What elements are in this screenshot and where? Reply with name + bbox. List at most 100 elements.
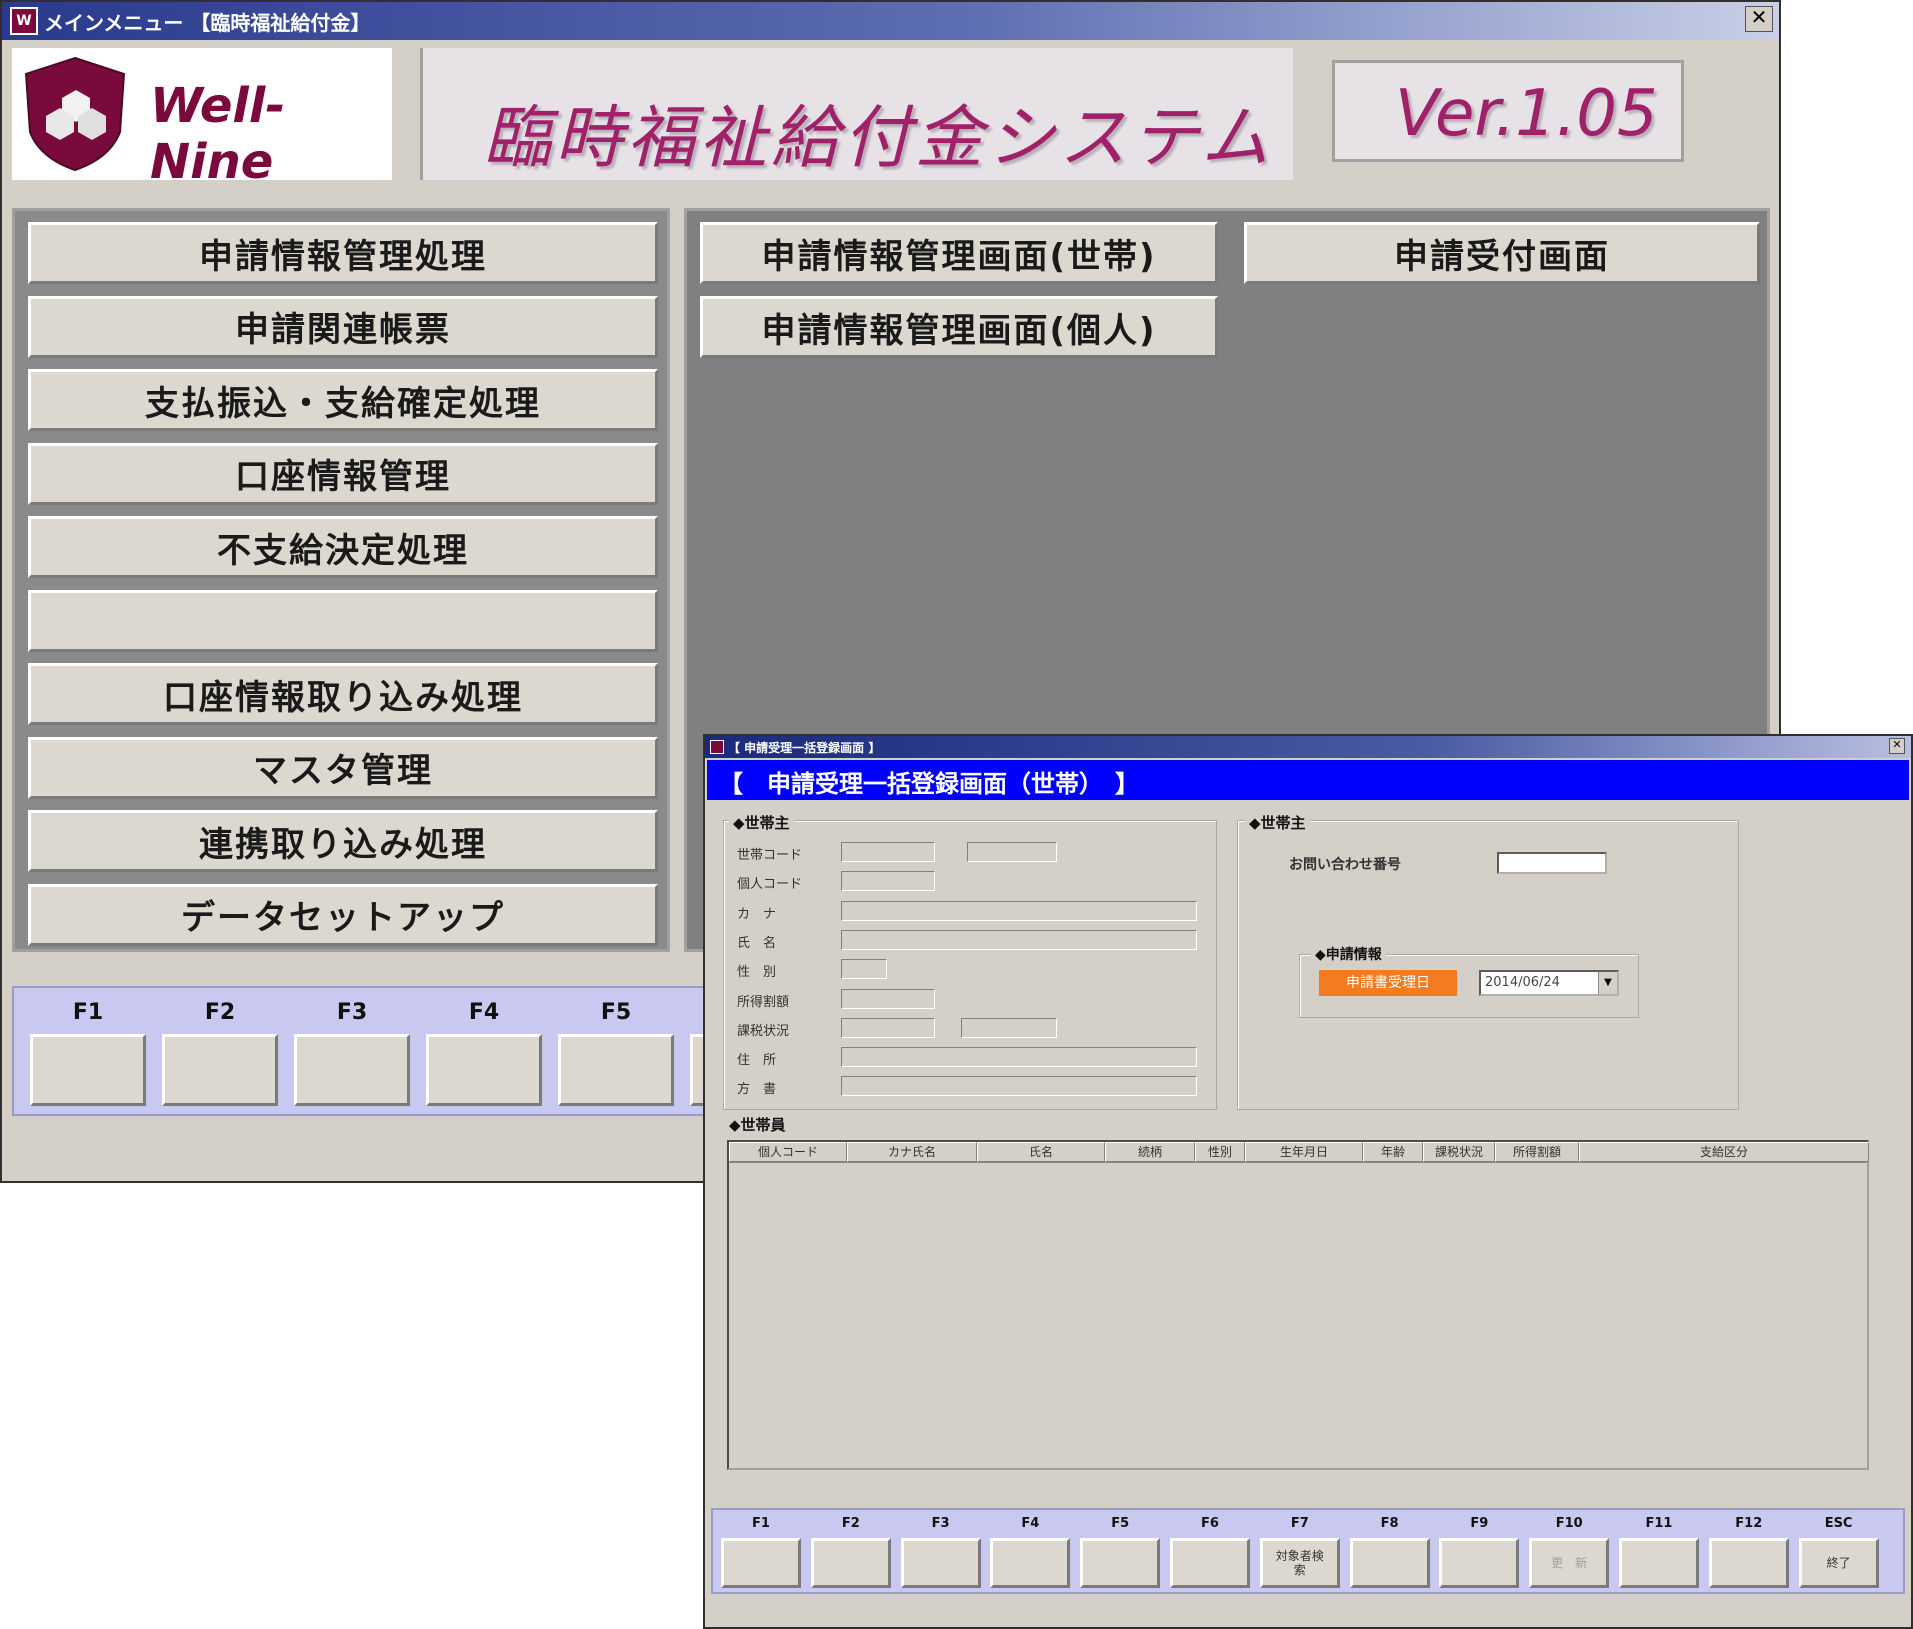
members-column-header[interactable]: 支給区分 xyxy=(1579,1142,1869,1162)
members-column-header[interactable]: 年齢 xyxy=(1363,1142,1423,1162)
householder-field-label: 氏 名 xyxy=(737,935,777,951)
householder-field-label: 個人コード xyxy=(737,877,803,893)
inquiry-group-title: ◆世帯主 xyxy=(1245,812,1310,833)
version-label: Ver.1.05 xyxy=(1395,77,1658,151)
sub-fkey-button[interactable] xyxy=(990,1538,1071,1588)
fkey-label: F3 xyxy=(336,1000,368,1025)
sub-fkey-button[interactable]: 終了 xyxy=(1798,1538,1879,1588)
sub-fkey-label: F5 xyxy=(1111,1516,1130,1531)
sub-fkey-label: F2 xyxy=(841,1516,860,1531)
sub-fkey-button[interactable] xyxy=(1439,1538,1520,1588)
householder-field xyxy=(841,1076,1197,1097)
fkey-label: F5 xyxy=(600,1000,632,1025)
householder-field xyxy=(841,842,935,862)
fkey-label: F1 xyxy=(72,1000,104,1025)
householder-group-title: ◆世帯主 xyxy=(729,812,794,833)
sub-header-bar: 【 申請受理一括登録画面（世帯） 】 xyxy=(707,760,1909,800)
householder-field-label: 所得割額 xyxy=(737,994,790,1010)
left-menu-button[interactable]: データセットアップ xyxy=(28,883,658,946)
sub-fkey-button-label: 更 新 xyxy=(1551,1556,1588,1570)
sub-fkey-button[interactable] xyxy=(1170,1538,1250,1588)
sub-fkey-label: F12 xyxy=(1735,1516,1763,1531)
chevron-down-icon[interactable]: ▼ xyxy=(1598,972,1617,994)
receipt-date-label: 申請書受理日 xyxy=(1319,970,1457,996)
sub-fkey-button[interactable]: 対象者検索 xyxy=(1259,1538,1340,1588)
left-menu-button[interactable]: 申請関連帳票 xyxy=(28,295,658,358)
left-menu-button[interactable]: 口座情報管理 xyxy=(28,442,658,505)
sub-fkey-label: F11 xyxy=(1645,1516,1673,1531)
members-column-header[interactable]: 課税状況 xyxy=(1423,1142,1495,1162)
sub-fkey-label: F3 xyxy=(931,1516,950,1531)
members-column-header[interactable]: 生年月日 xyxy=(1245,1142,1363,1162)
householder-field-label: 住 所 xyxy=(737,1053,777,1069)
app-icon: W xyxy=(10,7,38,35)
householder-field xyxy=(841,959,887,980)
close-icon[interactable]: ✕ xyxy=(1745,6,1773,32)
application-info-title: ◆申請情報 xyxy=(1311,944,1386,964)
members-column-header[interactable]: 個人コード xyxy=(729,1142,847,1162)
fkey-button[interactable] xyxy=(426,1034,542,1106)
sub-fkey-button-label: 終了 xyxy=(1826,1556,1851,1570)
members-list[interactable]: 個人コード カナ氏名 氏名 続柄 性別 生年月日 年齢 課税状況 所得割額 支給区分 xyxy=(727,1140,1869,1470)
householder-field-label: 世帯コード xyxy=(737,848,803,863)
left-menu-button[interactable] xyxy=(28,589,658,652)
sub-fkey-button[interactable] xyxy=(1619,1538,1699,1588)
members-column-header[interactable]: 氏名 xyxy=(977,1142,1105,1162)
members-column-header[interactable]: 続柄 xyxy=(1105,1142,1195,1162)
householder-field-label: カ ナ xyxy=(737,906,777,922)
left-menu-button[interactable]: 連携取り込み処理 xyxy=(28,810,658,872)
householder-field xyxy=(961,1017,1057,1038)
receipt-date-value: 2014/06/24 xyxy=(1485,975,1560,990)
sub-fkey-button[interactable] xyxy=(900,1538,981,1588)
left-menu-button[interactable]: 申請情報管理処理 xyxy=(28,222,658,284)
members-column-header[interactable]: カナ氏名 xyxy=(847,1142,977,1162)
sub-close-icon[interactable]: ✕ xyxy=(1889,738,1905,754)
householder-field-label: 方 書 xyxy=(737,1082,777,1098)
system-title: 臨時福祉給付金システム xyxy=(483,99,1273,178)
sub-fkey-button-label: 対象者検索 xyxy=(1275,1549,1324,1577)
sub-fkey-button[interactable]: 更 新 xyxy=(1529,1538,1610,1588)
sub-fkey-label: F6 xyxy=(1201,1516,1219,1531)
householder-field xyxy=(841,929,1197,950)
left-menu-button[interactable]: 不支給決定処理 xyxy=(28,516,658,578)
left-menu-button[interactable]: 支払振込・支給確定処理 xyxy=(28,369,658,431)
members-column-header[interactable]: 所得割額 xyxy=(1495,1142,1579,1162)
sub-fkey-label: F8 xyxy=(1380,1516,1399,1531)
inquiry-number-input[interactable] xyxy=(1497,852,1607,874)
fkey-button[interactable] xyxy=(30,1034,146,1106)
sub-fkey-button[interactable] xyxy=(721,1538,801,1588)
members-column-header[interactable]: 性別 xyxy=(1195,1142,1245,1162)
fkey-label: F2 xyxy=(204,1000,236,1025)
logo-area: Well-Nine xyxy=(12,48,392,190)
members-title: ◆世帯員 xyxy=(729,1116,786,1134)
sub-fkey-button[interactable] xyxy=(1708,1538,1789,1588)
fkey-button[interactable] xyxy=(558,1034,674,1106)
fkey-button[interactable] xyxy=(162,1034,278,1106)
receipt-date-select[interactable]: 2014/06/24 ▼ xyxy=(1479,970,1619,996)
householder-field xyxy=(967,842,1057,862)
sub-window: 【 申請受理一括登録画面 】 ✕ 【 申請受理一括登録画面（世帯） 】 ◆世帯主… xyxy=(703,734,1913,1629)
sub-fkey-label: F7 xyxy=(1290,1516,1309,1531)
householder-field-label: 性 別 xyxy=(737,965,777,981)
householder-field xyxy=(841,988,935,1009)
sub-fkey-button[interactable] xyxy=(1349,1538,1430,1588)
left-menu-button[interactable]: 口座情報取り込み処理 xyxy=(28,663,658,725)
individual-management-button[interactable]: 申請情報管理画面(個人) xyxy=(700,296,1218,358)
sub-fkey-button[interactable] xyxy=(1080,1538,1161,1588)
logo-text: Well-Nine xyxy=(150,78,286,190)
sub-fkey-label: F4 xyxy=(1021,1516,1040,1531)
system-title-panel: 臨時福祉給付金システム xyxy=(420,48,1293,180)
sub-fkey-button[interactable] xyxy=(810,1538,891,1588)
left-menu-button[interactable]: マスタ管理 xyxy=(28,736,658,799)
sub-fkey-label: F10 xyxy=(1555,1516,1583,1531)
household-management-button[interactable]: 申請情報管理画面(世帯) xyxy=(700,222,1218,284)
sub-app-icon xyxy=(710,740,724,754)
fkey-button[interactable] xyxy=(294,1034,410,1106)
reception-screen-button[interactable]: 申請受付画面 xyxy=(1244,222,1760,284)
householder-field xyxy=(841,900,1197,921)
householder-field xyxy=(841,871,935,892)
main-titlebar: W メインメニュー 【臨時福祉給付金】 ✕ xyxy=(2,2,1779,40)
fkey-label: F4 xyxy=(468,1000,500,1025)
main-window-title: メインメニュー 【臨時福祉給付金】 xyxy=(44,10,371,35)
members-header: 個人コード カナ氏名 氏名 続柄 性別 生年月日 年齢 課税状況 所得割額 支給区分 xyxy=(729,1142,1869,1163)
